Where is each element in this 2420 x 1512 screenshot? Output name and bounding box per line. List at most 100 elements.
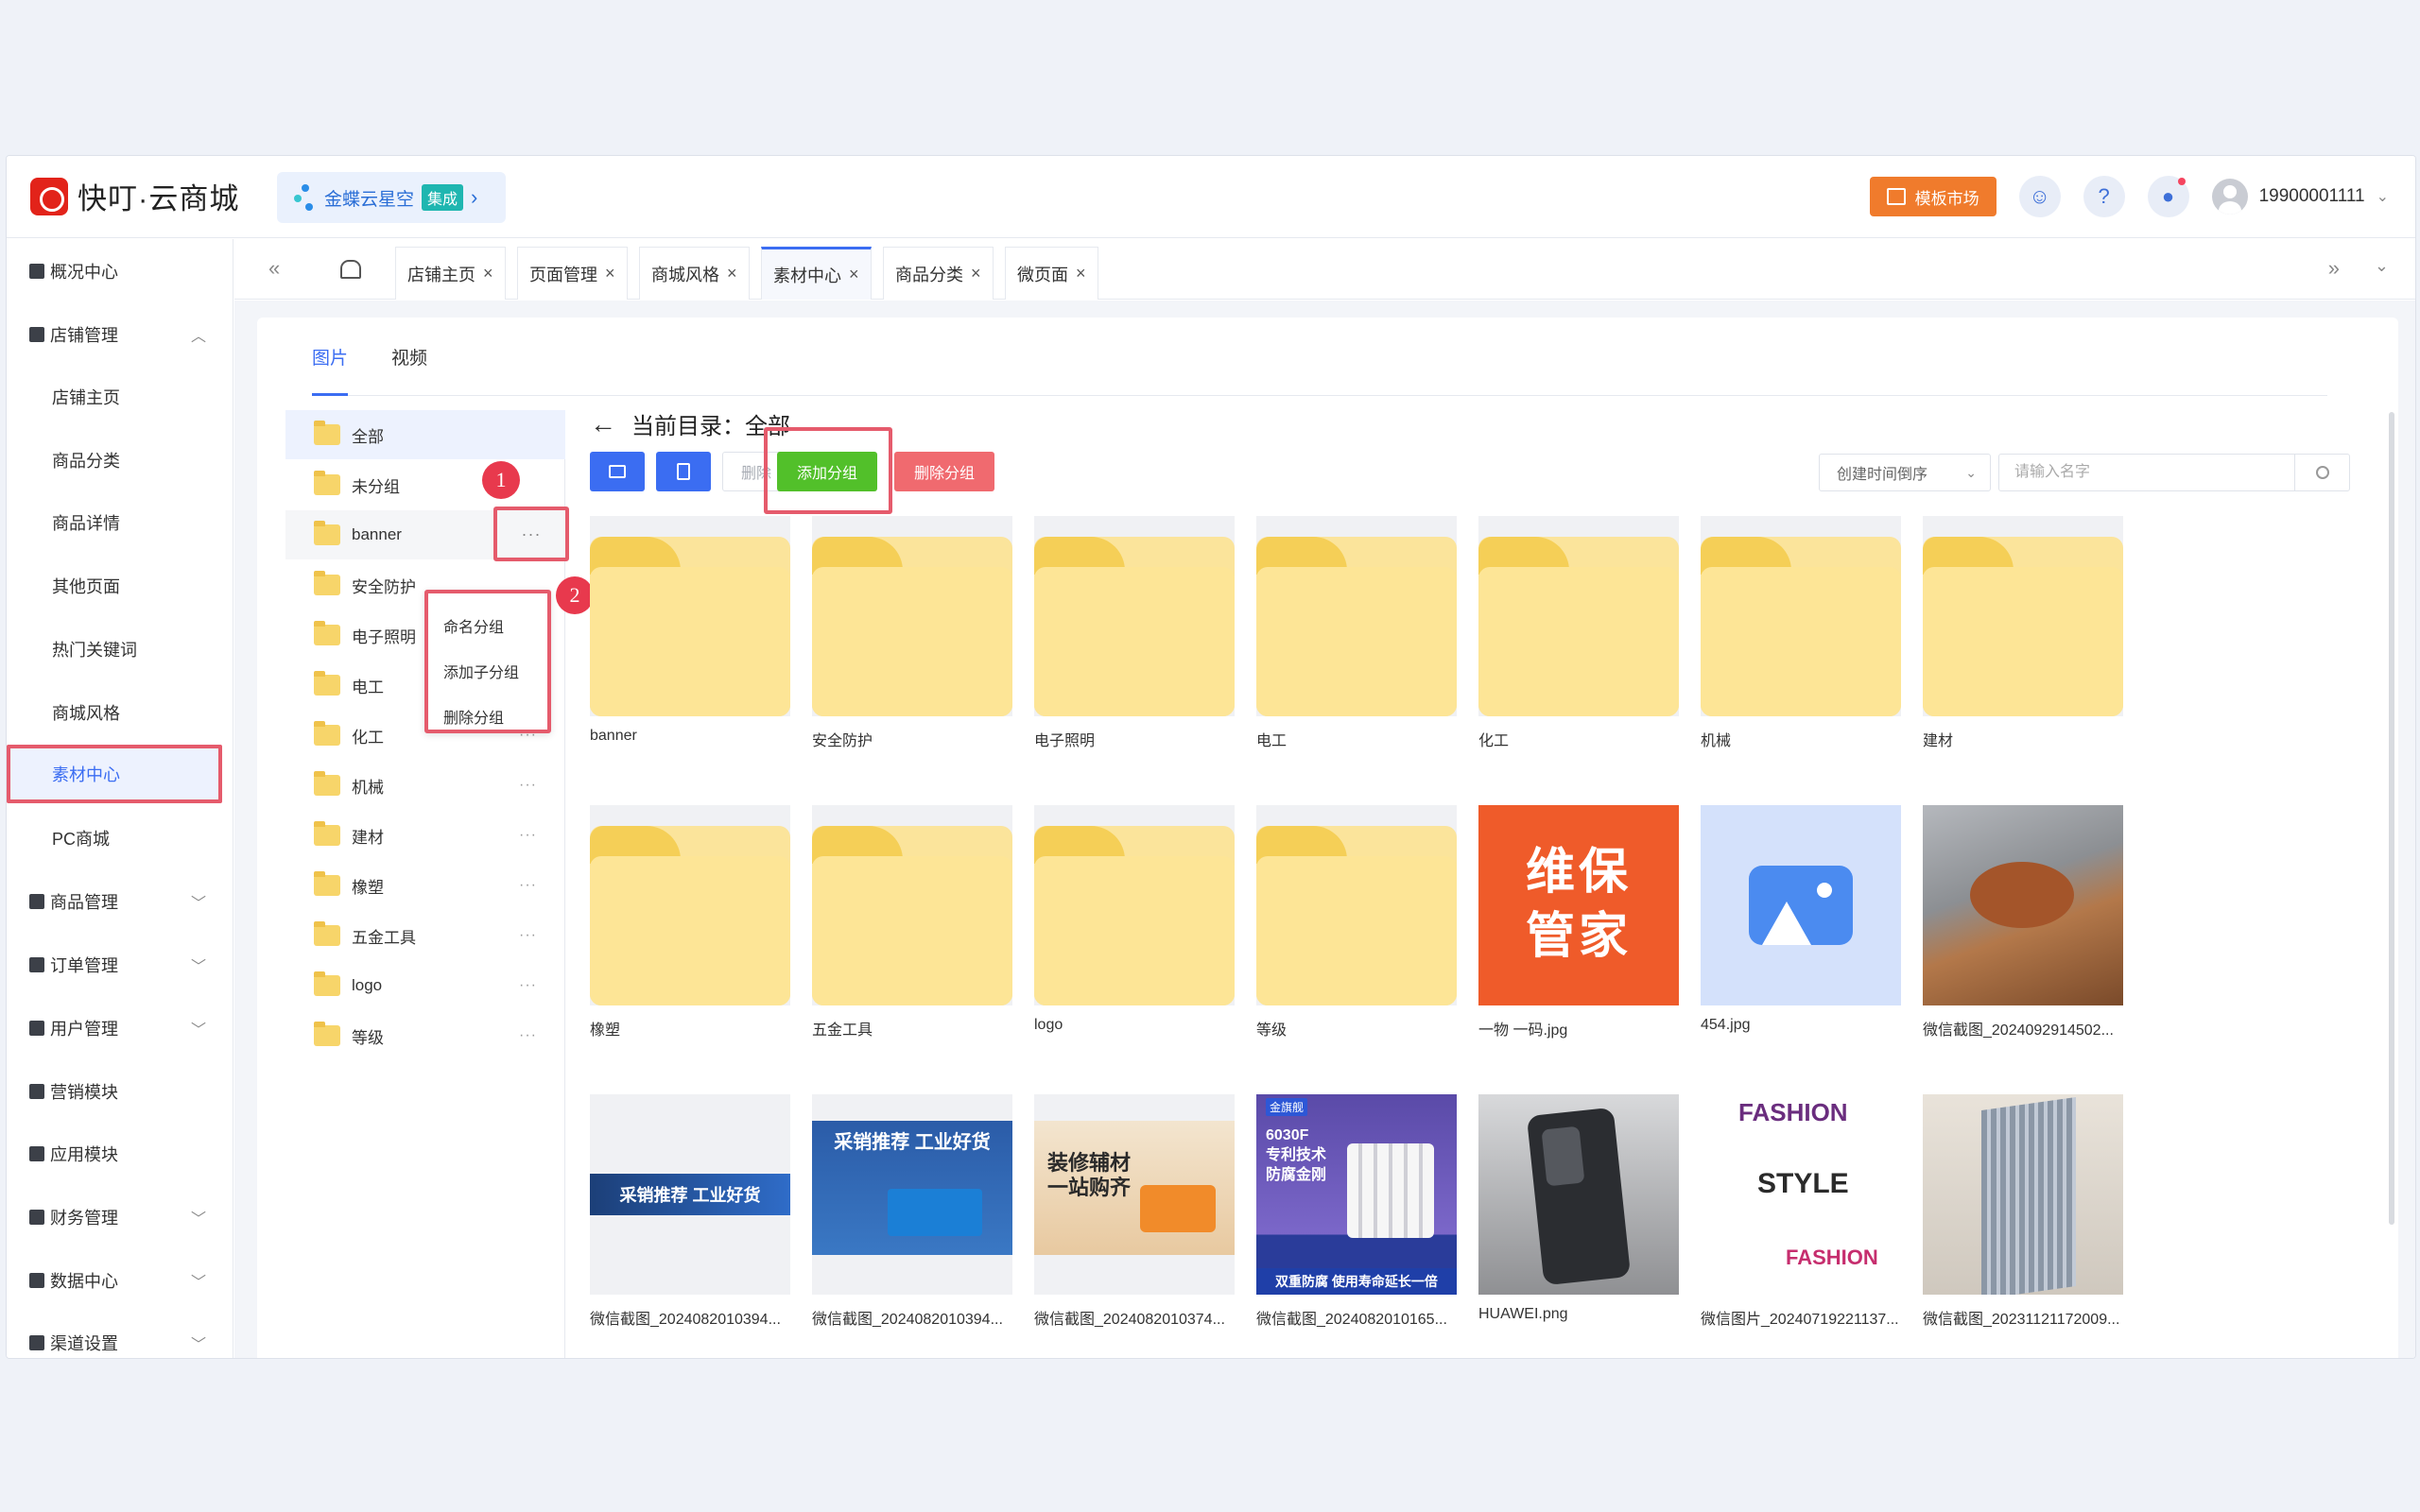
lock-icon: [29, 264, 44, 279]
more-icon[interactable]: ···: [519, 827, 537, 844]
sidebar-sub-hot-keywords[interactable]: 热门关键词: [7, 630, 233, 668]
delete-group-button[interactable]: 删除分组: [894, 452, 994, 491]
group-item[interactable]: 五金工具 ···: [285, 911, 565, 960]
folder-card[interactable]: 等级: [1256, 805, 1457, 1040]
sidebar-item-users[interactable]: 用户管理 ﹀: [7, 1009, 233, 1047]
search-button[interactable]: [2294, 455, 2349, 490]
image-card[interactable]: 454.jpg: [1701, 805, 1901, 1034]
sidebar-sub-other-pages[interactable]: 其他页面: [7, 567, 233, 605]
sidebar-sub-shop-home[interactable]: 店铺主页: [7, 378, 233, 416]
close-icon[interactable]: ×: [605, 264, 615, 284]
group-item[interactable]: 建材 ···: [285, 811, 565, 860]
upload-folder-button[interactable]: [590, 452, 645, 491]
more-icon[interactable]: ···: [519, 977, 537, 994]
sidebar-item-overview[interactable]: 概况中心: [7, 252, 233, 290]
close-icon[interactable]: ×: [1076, 264, 1086, 284]
folder-card[interactable]: 建材: [1923, 516, 2123, 750]
more-icon[interactable]: ···: [519, 877, 537, 894]
group-item[interactable]: logo ···: [285, 961, 565, 1010]
folder-name: 等级: [1256, 1022, 1288, 1039]
tab-micro-page[interactable]: 微页面 ×: [1005, 247, 1098, 300]
tab-page-management[interactable]: 页面管理 ×: [517, 247, 628, 300]
group-item-all[interactable]: 全部: [285, 410, 565, 459]
sidebar-sub-product-details[interactable]: 商品详情: [7, 504, 233, 541]
folder-card[interactable]: 五金工具: [812, 805, 1012, 1040]
search-input[interactable]: [1999, 455, 2294, 490]
image-card[interactable]: 装修辅材 一站购齐 微信截图_2024082010374...: [1034, 1094, 1235, 1329]
close-icon[interactable]: ×: [483, 264, 493, 284]
group-item-ungrouped[interactable]: 未分组: [285, 460, 565, 509]
folder-card[interactable]: 化工: [1478, 516, 1679, 750]
divider: [312, 395, 2327, 396]
tab-shop-home[interactable]: 店铺主页 ×: [395, 247, 506, 300]
double-chevron-right-icon[interactable]: »: [2328, 256, 2340, 281]
folder-card[interactable]: 电工: [1256, 516, 1457, 750]
group-label: logo: [352, 976, 383, 994]
folder-card[interactable]: banner: [590, 516, 790, 745]
user-menu[interactable]: 19900001111 ⌄: [2211, 179, 2389, 215]
image-card[interactable]: FASHION STYLE FASHION 微信图片_2024071922113…: [1701, 1094, 1901, 1329]
tab-videos[interactable]: 视频: [391, 344, 427, 369]
tab-categories[interactable]: 商品分类 ×: [883, 247, 994, 300]
sidebar-sub-pc-mall[interactable]: PC商城: [7, 819, 233, 857]
sidebar-item-channels[interactable]: 渠道设置 ﹀: [7, 1324, 233, 1358]
folder-thumbnail: [1923, 516, 2123, 716]
image-card[interactable]: 维保 管家 一物 一码.jpg: [1478, 805, 1679, 1040]
sidebar-item-apps[interactable]: 应用模块: [7, 1135, 233, 1173]
more-icon[interactable]: ···: [519, 927, 537, 944]
scrollbar[interactable]: [2389, 412, 2394, 1225]
tab-mall-style[interactable]: 商城风格 ×: [639, 247, 750, 300]
group-label: 电工: [352, 678, 384, 696]
sidebar-sub-categories[interactable]: 商品分类: [7, 441, 233, 479]
group-more-button-highlight[interactable]: ···: [493, 507, 569, 561]
menu-item-add-subgroup[interactable]: 添加子分组: [428, 648, 547, 694]
image-card[interactable]: 采销推荐 工业好货 微信截图_2024082010394...: [590, 1094, 790, 1329]
home-icon[interactable]: [340, 260, 361, 279]
close-icon[interactable]: ×: [971, 264, 981, 284]
group-item[interactable]: 等级 ···: [285, 1011, 565, 1060]
folder-card[interactable]: 机械: [1701, 516, 1901, 750]
bell-icon[interactable]: ●: [2147, 176, 2189, 217]
sort-select[interactable]: 创建时间倒序 ⌄: [1819, 454, 1991, 491]
arrow-left-icon[interactable]: ←: [590, 409, 616, 439]
double-chevron-left-icon[interactable]: «: [268, 256, 280, 281]
group-item[interactable]: 机械 ···: [285, 761, 565, 810]
sidebar-item-orders[interactable]: 订单管理 ﹀: [7, 946, 233, 984]
image-card[interactable]: 微信截图_20231121172009...: [1923, 1094, 2123, 1329]
menu-item-rename-group[interactable]: 命名分组: [428, 603, 547, 648]
kingdee-integration-badge[interactable]: 金蝶云星空 集成 ›: [277, 172, 506, 223]
image-card[interactable]: HUAWEI.png: [1478, 1094, 1679, 1323]
tab-material-center[interactable]: 素材中心 ×: [761, 247, 872, 300]
folder-card[interactable]: 电子照明: [1034, 516, 1235, 750]
sidebar: 概况中心 店铺管理 ︿ 店铺主页 商品分类 商品详情 其他页面 热门关键词 商城…: [7, 239, 233, 1358]
more-icon[interactable]: ···: [519, 1027, 537, 1044]
sidebar-item-marketing[interactable]: 营销模块: [7, 1073, 233, 1110]
sidebar-item-finance[interactable]: 财务管理 ﹀: [7, 1198, 233, 1236]
image-card[interactable]: 微信截图_2024092914502...: [1923, 805, 2123, 1040]
group-item[interactable]: 橡塑 ···: [285, 861, 565, 910]
help-icon[interactable]: ?: [2083, 176, 2125, 217]
folder-card[interactable]: 安全防护: [812, 516, 1012, 750]
sidebar-sub-material-center[interactable]: 素材中心: [7, 745, 222, 803]
folder-card[interactable]: 橡塑: [590, 805, 790, 1040]
menu-item-delete-group[interactable]: 删除分组: [428, 694, 547, 739]
customer-service-icon[interactable]: ☺: [2018, 176, 2061, 217]
sidebar-sub-mall-style[interactable]: 商城风格: [7, 694, 233, 731]
template-market-button[interactable]: 模板市场: [1869, 177, 1996, 216]
sidebar-item-products[interactable]: 商品管理 ﹀: [7, 883, 233, 920]
tab-images[interactable]: 图片: [312, 344, 348, 369]
image-card[interactable]: 金旗舰 6030F 专利技术 防腐金刚 双重防腐 使用寿命延长一倍 微信截图_202…: [1256, 1094, 1457, 1329]
close-icon[interactable]: ×: [727, 264, 737, 284]
upload-file-button[interactable]: [656, 452, 711, 491]
sidebar-item-shop-management[interactable]: 店铺管理 ︿: [7, 316, 233, 353]
close-icon[interactable]: ×: [849, 265, 859, 284]
logo[interactable]: 快叮·云商城: [30, 175, 239, 217]
image-card[interactable]: 采销推荐 工业好货 微信截图_2024082010394...: [812, 1094, 1012, 1329]
image-name: 微信截图_2024082010394...: [812, 1312, 1003, 1328]
file-icon: [677, 463, 690, 480]
chevron-down-icon[interactable]: ⌄: [2375, 256, 2389, 276]
folder-name: 机械: [1701, 733, 1732, 749]
sidebar-item-data[interactable]: 数据中心 ﹀: [7, 1262, 233, 1299]
more-icon[interactable]: ···: [519, 777, 537, 794]
folder-card[interactable]: logo: [1034, 805, 1235, 1034]
